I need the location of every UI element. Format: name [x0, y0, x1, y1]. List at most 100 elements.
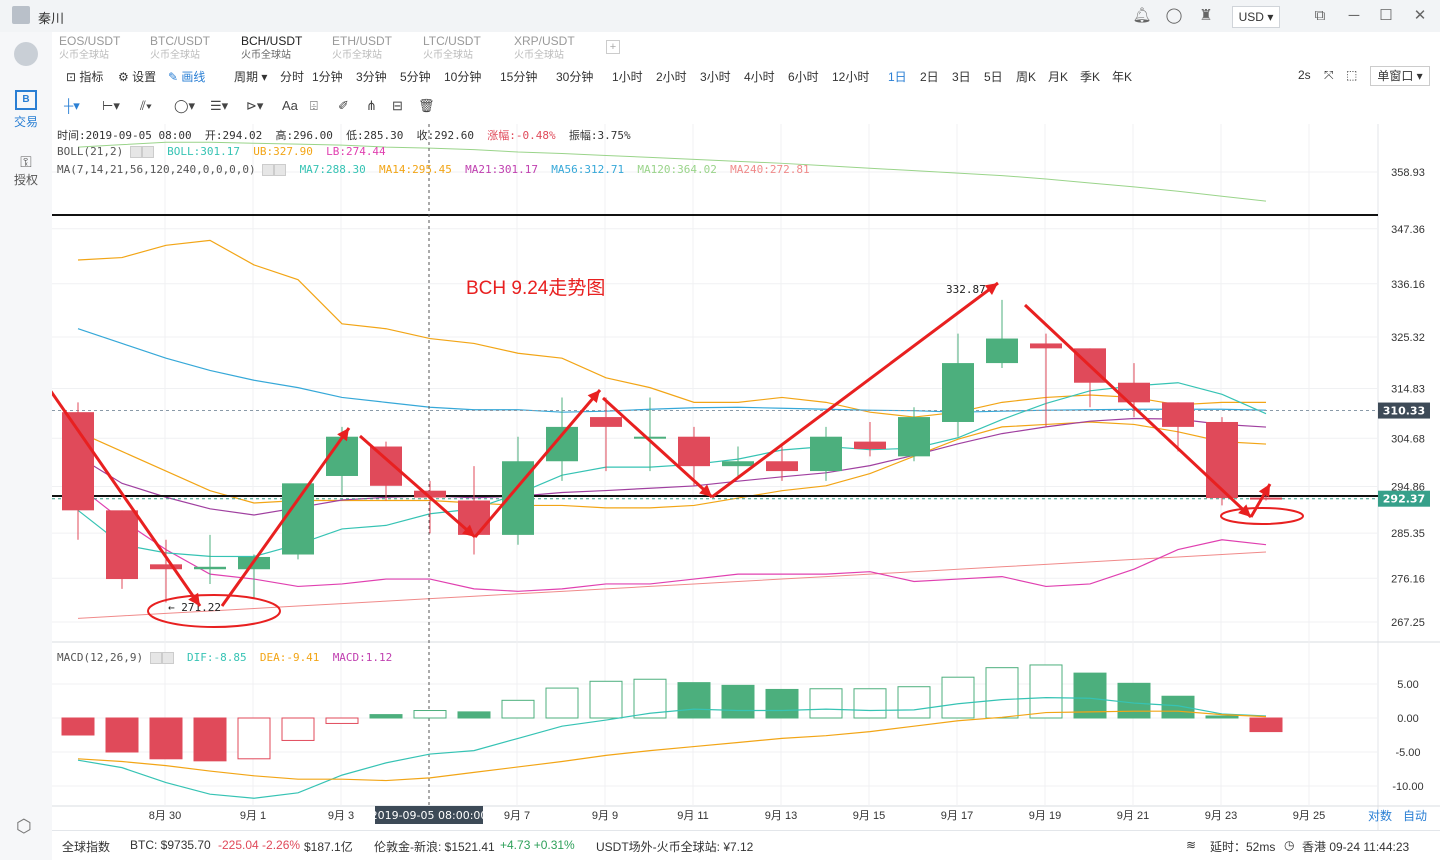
brush-tool-icon[interactable]: ✐	[338, 98, 349, 114]
period-8[interactable]: 2小时	[656, 68, 687, 85]
period-toolbar: ⊡ 指标 ⚙ 设置 ✎ 画线 周期 ▾ 分时 1分钟 3分钟 5分钟 10分钟 15分钟 3…	[52, 62, 1440, 91]
ruler-tool-icon[interactable]: ⌹	[310, 98, 318, 114]
last-price-label: 292.37	[1383, 493, 1425, 506]
window-mode-select[interactable]: 单窗口 ▾	[1370, 66, 1430, 86]
shirt-icon[interactable]: ♜	[1196, 6, 1216, 26]
ma56-value: MA56:312.71	[551, 163, 625, 176]
period-14[interactable]: 2日	[920, 68, 939, 85]
period-17[interactable]: 周K	[1016, 68, 1036, 85]
period-13[interactable]: 1日	[888, 68, 907, 85]
boll-settings-icon[interactable]	[129, 146, 142, 158]
settings-button[interactable]: ⚙ 设置	[118, 68, 156, 85]
fullscreen-icon[interactable]: ⤧	[1324, 68, 1334, 83]
add-tab-icon[interactable]: +	[606, 40, 620, 54]
clock-icon: ◷	[1284, 838, 1295, 852]
measure-tool-icon[interactable]: ⋔	[366, 98, 377, 114]
ohlc-info-row: 时间:2019-09-05 08:00 开:294.02 高:296.00 低:…	[57, 127, 631, 143]
macd-bar	[721, 684, 755, 719]
avatar[interactable]	[12, 6, 30, 24]
y-tick-label: 276.16	[1391, 573, 1425, 585]
tab-source: 火币全球站	[150, 50, 200, 61]
boll-label: BOLL(21,2)	[57, 145, 124, 158]
chat-icon[interactable]: ◯	[1164, 6, 1184, 26]
currency-select[interactable]: USD ▾	[1232, 6, 1280, 28]
period-5[interactable]: 15分钟	[500, 68, 537, 85]
horizontal-line-tool-icon[interactable]: ⊢▾	[102, 98, 120, 114]
maximize-icon[interactable]: ☐	[1376, 6, 1396, 26]
y-tick-label: 304.68	[1391, 433, 1425, 445]
tab-btc[interactable]: BTC/USDT 火币全球站	[143, 32, 231, 62]
ma120-value: MA120:364.02	[637, 163, 717, 176]
period-0[interactable]: 分时	[280, 68, 304, 85]
screenshot-icon[interactable]: ⬚	[1346, 68, 1357, 82]
period-4[interactable]: 10分钟	[444, 68, 481, 85]
tab-xrp[interactable]: XRP/USDT 火币全球站	[507, 32, 595, 62]
period-15[interactable]: 3日	[952, 68, 971, 85]
tab-source: 火币全球站	[59, 50, 109, 61]
macd-tick-label: 5.00	[1397, 679, 1418, 691]
macd-bar	[325, 717, 359, 724]
ma-close-icon[interactable]	[274, 164, 287, 176]
period-3[interactable]: 5分钟	[400, 68, 431, 85]
text-tool-icon[interactable]: Aa	[282, 98, 298, 113]
tab-ltc[interactable]: LTC/USDT 火币全球站	[416, 32, 504, 62]
settings-hex-icon[interactable]: ⬡	[16, 816, 36, 836]
bell-icon[interactable]: 🔔︎	[1132, 6, 1152, 26]
sidebar-item-auth[interactable]: ⚿ 授权	[6, 154, 46, 188]
candle-body	[106, 510, 138, 580]
sidebar-item-trade[interactable]: B 交易	[6, 90, 46, 130]
macd-close-icon[interactable]	[161, 652, 174, 664]
period-6[interactable]: 30分钟	[556, 68, 593, 85]
latency: 延时：52ms	[1210, 840, 1276, 854]
period-16[interactable]: 5日	[984, 68, 1003, 85]
trash-tool-icon[interactable]: 🗑︎	[418, 98, 435, 114]
boll-close-icon[interactable]	[141, 146, 154, 158]
external-window-icon[interactable]: ⧉	[1310, 6, 1330, 26]
macd-bar	[501, 699, 535, 719]
period-18[interactable]: 月K	[1048, 68, 1068, 85]
trend-line-tool-icon[interactable]: ⫽▾	[140, 98, 152, 114]
tab-eos[interactable]: EOS/USDT 火币全球站	[52, 32, 140, 62]
user-name[interactable]: 秦川	[38, 8, 64, 27]
period-2[interactable]: 3分钟	[356, 68, 387, 85]
period-9[interactable]: 3小时	[700, 68, 731, 85]
sidebar-item-label: 交易	[13, 115, 38, 129]
chart-area[interactable]: 8月 30 9月 1 9月 3 9月 7 9月 9 9月 11 9月 13 9月 15 9月 1…	[52, 124, 1440, 830]
refresh-rate[interactable]: 2s	[1298, 68, 1311, 82]
minimize-icon[interactable]: ─	[1344, 6, 1364, 26]
indicator-button[interactable]: ⊡ 指标	[66, 68, 103, 85]
macd-label: MACD(12,26,9)	[57, 651, 144, 664]
global-index-label[interactable]: 全球指数	[62, 838, 110, 855]
period-10[interactable]: 4小时	[744, 68, 775, 85]
close-icon[interactable]: ✕	[1410, 6, 1430, 26]
x-tick-label: 9月 19	[1029, 810, 1061, 822]
macd-bar	[853, 688, 887, 719]
lock-tool-icon[interactable]: ⊟	[392, 98, 403, 114]
macd-tick-label: -10.00	[1392, 781, 1423, 793]
title-bar: 秦川 🔔︎ ◯ ♜ USD ▾ ⧉ ─ ☐ ✕	[0, 0, 1440, 33]
circle-tool-icon[interactable]: ◯▾	[174, 98, 195, 114]
macd-settings-icon[interactable]	[149, 652, 162, 664]
candle-body	[766, 461, 798, 472]
tab-eth[interactable]: ETH/USDT 火币全球站	[325, 32, 413, 62]
period-19[interactable]: 季K	[1080, 68, 1100, 85]
candle-body	[282, 483, 314, 555]
tab-bch[interactable]: BCH/USDT 火币全球站	[234, 32, 322, 64]
period-12[interactable]: 12小时	[832, 68, 869, 85]
period-1[interactable]: 1分钟	[312, 68, 343, 85]
period-20[interactable]: 年K	[1112, 68, 1132, 85]
period-11[interactable]: 6小时	[788, 68, 819, 85]
boll-value: BOLL:301.17	[167, 145, 240, 158]
macd-bar	[545, 687, 579, 719]
ma-settings-icon[interactable]	[262, 164, 275, 176]
macd-dif: DIF:-8.85	[186, 651, 247, 664]
crosshair-tool-icon[interactable]: ┼▾	[64, 98, 80, 114]
pattern-tool-icon[interactable]: ⊳▾	[246, 98, 263, 114]
period-dropdown[interactable]: 周期 ▾	[234, 68, 267, 85]
btc-price: BTC: $9735.70	[130, 838, 211, 852]
macd-tick-label: 0.00	[1397, 713, 1418, 725]
period-7[interactable]: 1小时	[612, 68, 643, 85]
btc-change: -225.04 -2.26%	[218, 838, 301, 852]
fib-tool-icon[interactable]: ☰▾	[210, 98, 228, 114]
draw-button[interactable]: ✎ 画线	[168, 68, 205, 85]
